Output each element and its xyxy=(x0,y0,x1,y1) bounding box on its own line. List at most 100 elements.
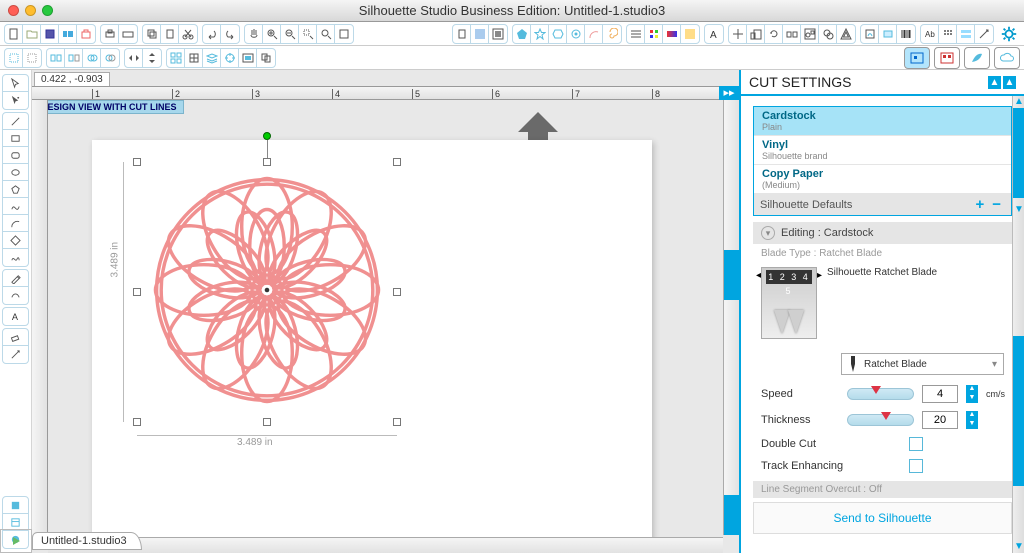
thickness-stepper[interactable]: ▲▼ xyxy=(966,411,978,429)
pentagon-icon[interactable] xyxy=(513,25,531,43)
rotate-icon[interactable] xyxy=(765,25,783,43)
track-enhancing-checkbox[interactable] xyxy=(909,459,923,473)
arc-tool-icon[interactable] xyxy=(3,215,28,232)
text-style-icon[interactable]: A xyxy=(705,25,723,43)
selection-box[interactable]: 3.489 in 3.489 in xyxy=(137,162,397,422)
zoom-drag-icon[interactable] xyxy=(317,25,335,43)
document-tab[interactable]: Untitled-1.studio3 xyxy=(32,532,142,550)
scale-icon[interactable] xyxy=(747,25,765,43)
zoom-in-icon[interactable] xyxy=(263,25,281,43)
library-icon[interactable] xyxy=(59,25,77,43)
line-tool-icon[interactable] xyxy=(3,113,28,130)
horizontal-scrollbar[interactable] xyxy=(48,537,723,553)
select-tool-icon[interactable] xyxy=(3,75,28,92)
send-to-cutter-icon[interactable] xyxy=(119,25,137,43)
copies-icon[interactable] xyxy=(257,49,275,67)
group-icon[interactable] xyxy=(47,49,65,67)
knife-tool-icon[interactable] xyxy=(3,346,28,363)
canvas-area[interactable]: 0.422 , -0.903 1 2 3 4 5 6 7 8 ▸▸ DESIGN… xyxy=(32,70,739,553)
rotate-handle[interactable] xyxy=(263,132,271,140)
deselect-all-icon[interactable] xyxy=(23,49,41,67)
resize-handle-sw[interactable] xyxy=(133,418,141,426)
fill-color-icon[interactable] xyxy=(645,25,663,43)
replicate-icon[interactable] xyxy=(783,25,801,43)
panel-scrollbar[interactable]: ▲ ▼ ▼ xyxy=(1012,96,1024,553)
preferences-icon[interactable] xyxy=(998,23,1020,45)
select-all-icon[interactable] xyxy=(5,49,23,67)
weed-settings-icon[interactable] xyxy=(185,49,203,67)
media-layout-view-icon[interactable] xyxy=(934,47,960,69)
blade-type-dropdown[interactable]: Ratchet Blade ▾ xyxy=(841,353,1004,375)
offset-icon[interactable] xyxy=(837,25,855,43)
save-icon[interactable] xyxy=(41,25,59,43)
scroll-up-icon[interactable]: ▲ xyxy=(1013,96,1024,108)
expand-right-icon[interactable]: ▸▸ xyxy=(719,86,739,100)
resize-handle-n[interactable] xyxy=(263,158,271,166)
eraser-tool-icon[interactable] xyxy=(3,329,28,346)
thickness-slider[interactable] xyxy=(847,414,914,426)
layers-icon[interactable] xyxy=(203,49,221,67)
pixscan-icon[interactable] xyxy=(879,25,897,43)
resize-handle-se[interactable] xyxy=(393,418,401,426)
material-item-cardstock[interactable]: Cardstock Plain xyxy=(754,107,1011,136)
rounded-rect-tool-icon[interactable] xyxy=(3,147,28,164)
align-icon[interactable] xyxy=(729,25,747,43)
smooth-tool-icon[interactable] xyxy=(3,287,28,304)
speed-input[interactable]: 4 xyxy=(922,385,958,403)
cut-settings-panel-icon[interactable] xyxy=(957,25,975,43)
feather-icon[interactable] xyxy=(964,47,990,69)
blade-depth-next-icon[interactable]: ▸ xyxy=(817,270,822,281)
print-icon[interactable] xyxy=(101,25,119,43)
thickness-input[interactable]: 20 xyxy=(922,411,958,429)
zoom-selection-icon[interactable] xyxy=(299,25,317,43)
material-list[interactable]: Cardstock Plain Vinyl Silhouette brand C… xyxy=(753,106,1012,216)
blade-depth-prev-icon[interactable]: ◂ xyxy=(756,270,761,281)
nesting-icon[interactable] xyxy=(801,25,819,43)
redo-icon[interactable] xyxy=(221,25,239,43)
star-icon[interactable] xyxy=(531,25,549,43)
regular-polygon-tool-icon[interactable] xyxy=(3,232,28,249)
text-tool-icon[interactable]: A xyxy=(3,308,28,325)
page-settings-icon[interactable] xyxy=(453,25,471,43)
store-icon[interactable] xyxy=(77,25,95,43)
cut-icon[interactable] xyxy=(179,25,197,43)
mirror-v-icon[interactable] xyxy=(143,49,161,67)
zoom-out-icon[interactable] xyxy=(281,25,299,43)
draw-note-tool-icon[interactable] xyxy=(3,270,28,287)
barcode-icon[interactable] xyxy=(897,25,915,43)
resize-handle-w[interactable] xyxy=(133,288,141,296)
media-layout-icon[interactable] xyxy=(239,49,257,67)
release-compound-icon[interactable] xyxy=(101,49,119,67)
crop-marks-icon[interactable] xyxy=(221,49,239,67)
page-tools-icon[interactable] xyxy=(3,497,28,514)
grid-settings-icon[interactable] xyxy=(471,25,489,43)
gear-shape-icon[interactable] xyxy=(567,25,585,43)
vertical-scrollbar[interactable] xyxy=(723,100,739,535)
undo-icon[interactable] xyxy=(203,25,221,43)
modify-icon[interactable] xyxy=(819,25,837,43)
resize-handle-e[interactable] xyxy=(393,288,401,296)
pan-icon[interactable] xyxy=(245,25,263,43)
hexagon-icon[interactable] xyxy=(549,25,567,43)
polygon-tool-icon[interactable] xyxy=(3,181,28,198)
resize-handle-ne[interactable] xyxy=(393,158,401,166)
panel-collapse-up-icon[interactable]: ▲ xyxy=(988,76,1001,89)
resize-handle-s[interactable] xyxy=(263,418,271,426)
knife-icon[interactable] xyxy=(975,25,993,43)
freehand-tool-icon[interactable] xyxy=(3,249,28,266)
compound-icon[interactable] xyxy=(83,49,101,67)
copy-icon[interactable] xyxy=(143,25,161,43)
trace-icon[interactable] xyxy=(861,25,879,43)
paste-icon[interactable] xyxy=(161,25,179,43)
line-style-icon[interactable] xyxy=(627,25,645,43)
material-item-vinyl[interactable]: Vinyl Silhouette brand xyxy=(754,136,1011,165)
pattern-icon[interactable] xyxy=(681,25,699,43)
send-to-silhouette-button[interactable]: Send to Silhouette xyxy=(753,502,1012,534)
material-item-copy-paper[interactable]: Copy Paper (Medium) xyxy=(754,165,1011,194)
blade-depth-preview[interactable]: ◂ 1 2 3 4 5 ▸ xyxy=(761,267,817,339)
open-file-icon[interactable] xyxy=(23,25,41,43)
speed-slider[interactable] xyxy=(847,388,914,400)
new-file-icon[interactable] xyxy=(5,25,23,43)
double-cut-checkbox[interactable] xyxy=(909,437,923,451)
ellipse-tool-icon[interactable] xyxy=(3,164,28,181)
